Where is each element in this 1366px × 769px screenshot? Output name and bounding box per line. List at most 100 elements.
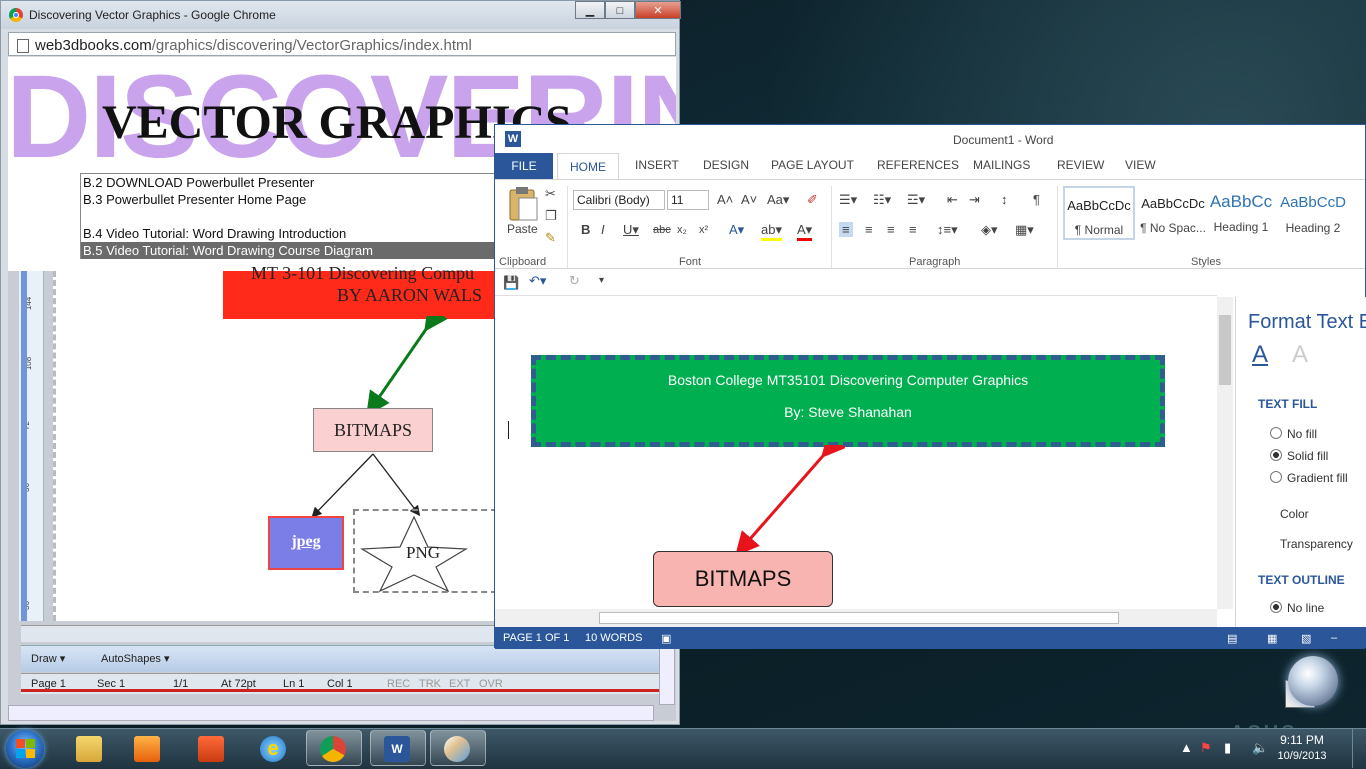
tab-mailings[interactable]: MAILINGS	[973, 158, 1030, 172]
page-count[interactable]: PAGE 1 OF 1	[503, 632, 569, 644]
old-bitmaps-shape[interactable]: BITMAPS	[313, 408, 433, 452]
change-case-icon[interactable]: Aa▾	[767, 192, 789, 208]
address-bar[interactable]: web3dbooks.com/graphics/discovering/Vect…	[8, 32, 676, 56]
style-no-spacing[interactable]: AaBbCcDc ¶ No Spac...	[1137, 186, 1209, 240]
font-name-box[interactable]: Calibri (Body)	[573, 190, 665, 210]
list-item[interactable]: B.2 DOWNLOAD Powerbullet Presenter	[81, 174, 499, 191]
subscript-icon[interactable]: x₂	[677, 224, 687, 236]
align-right-icon[interactable]: ≡	[887, 222, 895, 237]
document-area[interactable]	[495, 295, 1217, 610]
desktop-gadget-icon[interactable]	[1288, 656, 1338, 706]
borders-icon[interactable]: ▦▾	[1015, 222, 1034, 238]
horizontal-scroll-thumb[interactable]	[599, 612, 1119, 624]
style-heading-1[interactable]: AaBbCc Heading 1	[1205, 186, 1277, 240]
underline-icon[interactable]: U▾	[623, 222, 639, 238]
read-mode-icon[interactable]: ▤	[1227, 632, 1237, 645]
vertical-scroll-thumb[interactable]	[1219, 315, 1231, 385]
autoshapes-menu[interactable]: AutoShapes ▾	[101, 652, 170, 665]
copy-icon[interactable]: ❐	[545, 208, 557, 224]
undo-icon[interactable]: ↶▾	[529, 273, 546, 289]
show-hidden-icons[interactable]: ▲	[1180, 740, 1193, 755]
radio-selected-icon[interactable]	[1270, 449, 1282, 461]
clear-formatting-icon[interactable]: ✐	[807, 192, 818, 208]
link-list[interactable]: B.2 DOWNLOAD Powerbullet Presenter B.3 P…	[80, 173, 500, 259]
tab-insert[interactable]: INSERT	[635, 158, 679, 172]
line-spacing-icon[interactable]: ↕≡▾	[937, 222, 958, 238]
zoom-out-icon[interactable]: –	[1331, 632, 1337, 644]
show-desktop-button[interactable]	[1352, 728, 1366, 768]
tab-review[interactable]: REVIEW	[1057, 158, 1104, 172]
highlight-icon[interactable]: ab▾	[761, 222, 782, 241]
superscript-icon[interactable]: x²	[699, 224, 708, 236]
show-marks-icon[interactable]: ¶	[1033, 192, 1040, 207]
action-center-icon[interactable]: ⚑	[1200, 740, 1212, 756]
bitmaps-shape[interactable]: BITMAPS	[653, 551, 833, 607]
tab-references[interactable]: REFERENCES	[877, 158, 959, 172]
word-titlebar[interactable]: W Document1 - Word	[495, 125, 1365, 153]
proofing-icon[interactable]: ▣	[661, 632, 671, 645]
solid-fill-option[interactable]: Solid fill	[1270, 449, 1328, 463]
radio-selected-icon[interactable]	[1270, 601, 1282, 613]
italic-icon[interactable]: I	[601, 222, 605, 237]
system-clock[interactable]: 9:11 PM 10/9/2013	[1270, 733, 1334, 762]
text-effects-icon[interactable]: A	[1292, 341, 1308, 369]
bullets-icon[interactable]: ☰▾	[839, 192, 857, 208]
red-double-arrow[interactable]	[725, 445, 845, 555]
close-button[interactable]: ✕	[635, 1, 681, 19]
grow-font-icon[interactable]: A˄	[717, 192, 733, 207]
list-item-selected[interactable]: B.5 Video Tutorial: Word Drawing Course …	[81, 242, 499, 259]
increase-indent-icon[interactable]: ⇥	[969, 192, 980, 208]
tab-view[interactable]: VIEW	[1125, 158, 1156, 172]
list-item[interactable]: B.3 Powerbullet Presenter Home Page	[81, 191, 499, 208]
minimize-button[interactable]: ▁	[575, 1, 605, 19]
maximize-button[interactable]: □	[605, 1, 635, 19]
format-painter-icon[interactable]: ✎	[545, 230, 556, 246]
style-heading-2[interactable]: AaBbCcD Heading 2	[1277, 186, 1349, 240]
shading-icon[interactable]: ◈▾	[981, 222, 998, 238]
title-text-box[interactable]: Boston College MT35101 Discovering Compu…	[531, 355, 1165, 447]
align-center-icon[interactable]: ≡	[865, 222, 873, 237]
old-jpeg-shape[interactable]: jpeg	[268, 516, 344, 570]
font-color-icon[interactable]: A▾	[797, 222, 813, 241]
chrome-vertical-scrollbar[interactable]	[659, 641, 675, 705]
redo-icon[interactable]: ↻	[569, 273, 580, 289]
justify-icon[interactable]: ≡	[909, 222, 917, 237]
style-normal[interactable]: AaBbCcDc ¶ Normal	[1063, 186, 1135, 240]
cut-icon[interactable]: ✂	[545, 186, 556, 202]
power-icon[interactable]: ▮	[1224, 740, 1231, 756]
align-left-icon[interactable]: ≡	[839, 222, 853, 237]
customize-qat-icon[interactable]: ▾	[599, 275, 604, 286]
list-item[interactable]	[81, 208, 499, 225]
radio-icon[interactable]	[1270, 427, 1282, 439]
text-outline-section[interactable]: TEXT OUTLINE	[1258, 573, 1345, 587]
print-layout-icon[interactable]: ▦	[1267, 632, 1277, 645]
draw-menu[interactable]: Draw ▾	[31, 652, 65, 665]
gradient-fill-option[interactable]: Gradient fill	[1270, 471, 1348, 485]
chrome-titlebar[interactable]: Discovering Vector Graphics - Google Chr…	[1, 1, 681, 29]
tab-design[interactable]: DESIGN	[703, 158, 749, 172]
tab-page-layout[interactable]: PAGE LAYOUT	[771, 158, 854, 172]
save-icon[interactable]: 💾	[503, 275, 519, 291]
sort-icon[interactable]: ↕	[1001, 192, 1008, 207]
volume-icon[interactable]: 🔈	[1252, 740, 1268, 756]
chrome-horizontal-scrollbar[interactable]	[8, 705, 654, 721]
no-fill-option[interactable]: No fill	[1270, 427, 1317, 441]
strikethrough-icon[interactable]: abc	[653, 224, 671, 236]
shrink-font-icon[interactable]: A˅	[741, 192, 757, 207]
paste-icon[interactable]	[507, 186, 539, 222]
web-layout-icon[interactable]: ▧	[1301, 632, 1311, 645]
bold-icon[interactable]: B	[581, 222, 590, 237]
paste-button[interactable]: Paste	[507, 222, 538, 236]
text-fill-outline-icon[interactable]: A	[1252, 341, 1268, 369]
list-item[interactable]: B.4 Video Tutorial: Word Drawing Introdu…	[81, 225, 499, 242]
numbering-icon[interactable]: ☷▾	[873, 192, 891, 208]
no-line-option[interactable]: No line	[1270, 601, 1324, 615]
word-count[interactable]: 10 WORDS	[585, 632, 642, 644]
multilevel-list-icon[interactable]: ☲▾	[907, 192, 925, 208]
font-size-box[interactable]: 11	[667, 190, 709, 210]
text-effects-icon[interactable]: A▾	[729, 222, 744, 238]
radio-icon[interactable]	[1270, 471, 1282, 483]
url-text[interactable]: web3dbooks.com/graphics/discovering/Vect…	[35, 37, 472, 54]
decrease-indent-icon[interactable]: ⇤	[947, 192, 958, 208]
text-fill-section[interactable]: TEXT FILL	[1258, 397, 1317, 411]
